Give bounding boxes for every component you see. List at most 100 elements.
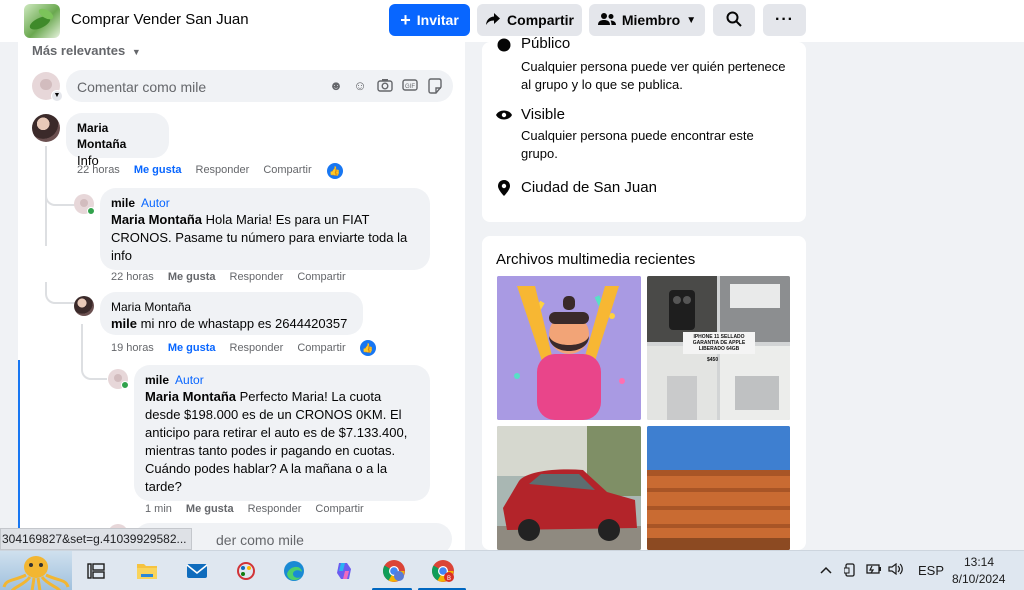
battery-icon[interactable] bbox=[866, 563, 882, 578]
comment-author[interactable]: mile bbox=[145, 373, 169, 387]
windows-taskbar: B ESP 13:14 8/10/2024 bbox=[0, 550, 1024, 590]
caret-down-icon: ▼ bbox=[131, 47, 141, 57]
comment-time[interactable]: 19 horas bbox=[111, 342, 154, 354]
invite-button-label: Invitar bbox=[416, 12, 459, 28]
online-status-indicator bbox=[121, 381, 129, 389]
share-button[interactable]: Compartir bbox=[297, 342, 345, 354]
share-button[interactable]: Compartir bbox=[263, 164, 311, 176]
comment-bubble: Maria Montaña mile mi nro de whastapp es… bbox=[100, 292, 363, 335]
mention-link[interactable]: Maria Montaña bbox=[111, 212, 202, 227]
gif-icon[interactable]: GIF bbox=[402, 78, 418, 94]
reply-button[interactable]: Responder bbox=[196, 164, 250, 176]
paint-icon[interactable] bbox=[232, 557, 260, 585]
group-cover-thumbnail[interactable] bbox=[24, 4, 60, 38]
task-view-icon[interactable] bbox=[82, 557, 110, 585]
eye-icon bbox=[496, 108, 512, 124]
privacy-title: Público bbox=[521, 35, 571, 52]
phone-link-icon[interactable] bbox=[843, 563, 856, 580]
volume-icon[interactable] bbox=[888, 562, 904, 578]
comment-actions: 22 horas Me gusta Responder Compartir bbox=[111, 271, 360, 283]
comment-time[interactable]: 22 horas bbox=[77, 164, 120, 176]
media-thumbnail-red-car[interactable] bbox=[497, 426, 641, 550]
comment-author[interactable]: Maria Montaña bbox=[111, 299, 352, 315]
avatar[interactable] bbox=[74, 296, 94, 316]
comment-input[interactable]: Comentar como mile ☻ ☺ GIF bbox=[66, 70, 453, 102]
more-options-button[interactable]: ··· bbox=[763, 4, 806, 36]
search-button[interactable] bbox=[713, 4, 755, 36]
emoji-icon[interactable]: ☺ bbox=[352, 78, 368, 94]
camera-icon[interactable] bbox=[377, 78, 393, 94]
sticker-icon[interactable] bbox=[427, 78, 443, 94]
media-thumbnail-bricks[interactable] bbox=[647, 426, 790, 550]
author-badge: Autor bbox=[141, 196, 170, 210]
comment-bubble: mile Autor Maria Montaña Perfecto Maria! … bbox=[134, 365, 430, 501]
media-price: $450 bbox=[707, 357, 719, 363]
comment-actions: 22 horas Me gusta Responder Compartir bbox=[77, 164, 326, 176]
like-button[interactable]: Me gusta bbox=[168, 342, 216, 354]
mention-link[interactable]: mile bbox=[111, 316, 137, 331]
mail-icon[interactable] bbox=[183, 557, 211, 585]
comment-text-block: mile mi nro de whastapp es 2644420357 bbox=[111, 315, 352, 333]
input-language[interactable]: ESP bbox=[918, 563, 944, 578]
comment-time[interactable]: 22 horas bbox=[111, 271, 154, 283]
file-explorer-icon[interactable] bbox=[133, 557, 161, 585]
comment-author[interactable]: Maria Montaña bbox=[77, 120, 158, 152]
copilot-icon[interactable] bbox=[330, 557, 358, 585]
member-dropdown-button[interactable]: Miembro ▼ bbox=[589, 4, 705, 36]
chevron-up-icon[interactable] bbox=[820, 563, 832, 578]
like-reaction-icon[interactable]: 👍 bbox=[327, 163, 343, 179]
octopus-wallpaper-icon[interactable] bbox=[0, 551, 72, 590]
more-icon: ··· bbox=[775, 11, 794, 28]
thread-connector bbox=[45, 182, 75, 206]
comment-author[interactable]: mile bbox=[111, 196, 135, 210]
caret-down-icon: ▼ bbox=[686, 14, 697, 26]
search-icon bbox=[726, 11, 742, 30]
sticker-smile-icon[interactable]: ☻ bbox=[328, 78, 344, 94]
location-text[interactable]: Ciudad de San Juan bbox=[521, 179, 791, 196]
clock-date[interactable]: 8/10/2024 bbox=[952, 572, 1005, 586]
edge-icon[interactable] bbox=[280, 557, 308, 585]
share-button[interactable]: Compartir bbox=[477, 4, 582, 36]
comment-author-row: mile Autor bbox=[111, 195, 419, 211]
media-thumbnail-celebration[interactable] bbox=[497, 276, 641, 420]
avatar-menu-chevron-icon[interactable]: ▼ bbox=[51, 90, 63, 102]
media-thumbnail-iphone[interactable]: IPHONE 11 SELLADO GARANTIA DE APPLE LIBE… bbox=[647, 276, 790, 420]
comment-text-block: Maria Montaña Perfecto Maria! La cuota d… bbox=[145, 388, 419, 496]
avatar[interactable] bbox=[32, 114, 60, 142]
reply-button[interactable]: Responder bbox=[230, 342, 284, 354]
recent-media-card: Archivos multimedia recientes IPHONE 11 … bbox=[482, 236, 806, 550]
comment-text: mi nro de whastapp es 2644420357 bbox=[137, 316, 348, 331]
comment-time[interactable]: 1 min bbox=[145, 503, 172, 515]
globe-icon bbox=[496, 38, 512, 54]
like-reaction-icon[interactable]: 👍 bbox=[360, 340, 376, 356]
comment-actions: 1 min Me gusta Responder Compartir bbox=[145, 503, 378, 515]
reply-input-placeholder: der como mile bbox=[216, 532, 304, 548]
group-header-bar: Comprar Vender San Juan + Invitar Compar… bbox=[0, 0, 1024, 42]
invite-button[interactable]: + Invitar bbox=[389, 4, 470, 36]
chrome-icon[interactable] bbox=[380, 557, 408, 585]
share-button-label: Compartir bbox=[507, 12, 574, 28]
like-button[interactable]: Me gusta bbox=[168, 271, 216, 283]
privacy-description: Cualquier persona puede ver quién perten… bbox=[521, 59, 786, 92]
mention-link[interactable]: Maria Montaña bbox=[145, 389, 236, 404]
comment-sort-dropdown[interactable]: Más relevantes ▼ bbox=[32, 43, 141, 58]
share-button[interactable]: Compartir bbox=[315, 503, 363, 515]
thread-connector bbox=[81, 352, 107, 380]
comment-input-placeholder: Comentar como mile bbox=[77, 79, 207, 95]
reply-button[interactable]: Responder bbox=[248, 503, 302, 515]
visibility-description: Cualquier persona puede encontrar este g… bbox=[521, 128, 754, 161]
plus-icon: + bbox=[400, 10, 411, 30]
comment-bubble: Maria Montaña Info bbox=[66, 113, 169, 168]
reply-button[interactable]: Responder bbox=[230, 271, 284, 283]
share-button[interactable]: Compartir bbox=[297, 271, 345, 283]
location-pin-icon bbox=[496, 180, 512, 196]
comments-panel: Más relevantes ▼ ▼ Comentar como mile ☻ … bbox=[18, 42, 465, 550]
like-button[interactable]: Me gusta bbox=[134, 164, 182, 176]
member-button-label: Miembro bbox=[621, 12, 681, 28]
group-title[interactable]: Comprar Vender San Juan bbox=[71, 11, 249, 28]
browser-page: { "header": { "group_title": "Comprar Ve… bbox=[0, 0, 1024, 590]
clock-time[interactable]: 13:14 bbox=[964, 555, 994, 569]
svg-text:B: B bbox=[447, 576, 451, 582]
like-button[interactable]: Me gusta bbox=[186, 503, 234, 515]
chrome-profile-icon[interactable]: B bbox=[429, 557, 457, 585]
